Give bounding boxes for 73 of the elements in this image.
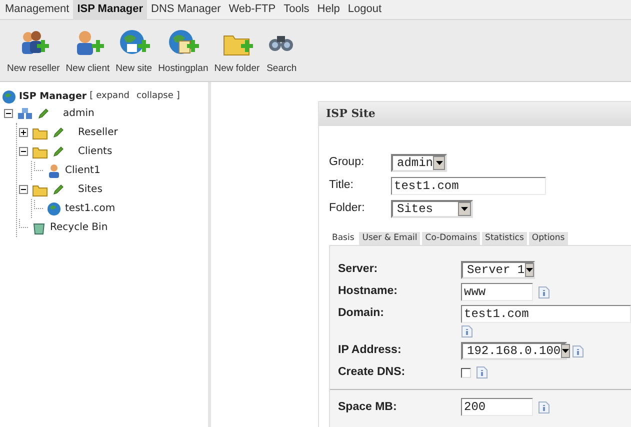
folder-icon — [32, 182, 48, 196]
bracket: [ — [90, 90, 94, 104]
collapse-toggle[interactable] — [4, 109, 13, 118]
field-label: Folder: — [329, 200, 366, 216]
text-input[interactable]: test1.com — [461, 305, 631, 323]
text-input[interactable]: 200 — [461, 398, 533, 416]
tab[interactable]: User & Email — [359, 232, 420, 245]
globe-icon — [2, 90, 16, 104]
network-icon — [17, 106, 33, 120]
menu-item[interactable]: DNS Manager — [147, 0, 225, 20]
tree-item[interactable]: Sites — [78, 182, 102, 197]
tree-item[interactable]: Reseller — [78, 125, 118, 140]
toolbar-button[interactable]: New folder — [213, 28, 261, 76]
tree-item[interactable]: admin — [63, 106, 94, 121]
bracket: ] — [176, 90, 180, 104]
tab[interactable]: Co-Domains — [422, 232, 480, 245]
text-input[interactable]: test1.com — [391, 176, 546, 194]
toolbar-button[interactable]: Hostingplan — [157, 28, 210, 76]
folder-icon — [32, 126, 48, 140]
dropdown-arrow-icon — [562, 349, 569, 353]
field-label: Server: — [338, 262, 379, 278]
menu-item[interactable]: Web-FTP — [224, 0, 280, 20]
dropdown-arrow-icon — [526, 268, 533, 272]
help-icon[interactable] — [572, 344, 584, 358]
toolbar-button[interactable]: Search — [264, 28, 299, 76]
folder-icon — [32, 144, 48, 158]
menu-item[interactable]: Help — [313, 0, 344, 20]
recycle-bin-icon — [32, 220, 46, 234]
toolbar-button[interactable]: New site — [114, 28, 154, 76]
pencil-icon[interactable] — [52, 126, 64, 138]
collapse-link[interactable]: collapse — [136, 90, 174, 104]
pencil-icon[interactable] — [52, 184, 64, 196]
field-label: IP Address: — [338, 343, 402, 358]
help-icon[interactable] — [461, 325, 473, 338]
collapse-toggle[interactable] — [19, 147, 28, 156]
globe-icon — [47, 202, 61, 216]
tree-item[interactable]: Recycle Bin — [50, 220, 108, 235]
menu-item[interactable]: ISP Manager — [73, 0, 148, 20]
expand-toggle[interactable] — [19, 128, 28, 137]
tree-item[interactable]: test1.com — [65, 201, 116, 216]
select-field[interactable]: admin — [391, 154, 447, 172]
help-icon[interactable] — [538, 286, 550, 298]
user-icon — [47, 164, 61, 178]
pencil-icon[interactable] — [52, 146, 64, 158]
tree-item[interactable]: Clients — [78, 144, 112, 159]
select-field[interactable]: Sites — [391, 200, 473, 218]
field-label: Create DNS: — [338, 365, 406, 380]
help-icon[interactable] — [476, 366, 488, 380]
field-label: Domain: — [338, 306, 385, 321]
checkbox[interactable] — [461, 368, 471, 378]
toolbar-button[interactable]: New reseller — [6, 28, 61, 76]
pencil-icon[interactable] — [37, 108, 49, 120]
select-field[interactable]: Server 1 — [461, 261, 535, 279]
field-label: Group: — [329, 154, 366, 170]
dropdown-arrow-icon — [436, 160, 442, 164]
tree-title: ISP Manager — [19, 90, 87, 104]
help-icon[interactable] — [538, 400, 550, 414]
field-label: Space MB: — [338, 400, 398, 415]
expand-link[interactable]: expand — [96, 90, 130, 104]
tab[interactable]: Options — [528, 232, 568, 245]
field-label: Hostname: — [338, 284, 398, 300]
field-label: Title: — [329, 178, 354, 193]
menu-item[interactable]: Management — [1, 0, 74, 20]
collapse-toggle[interactable] — [19, 185, 28, 194]
text-input[interactable]: www — [461, 283, 533, 301]
panel-title: ISP Site — [319, 102, 631, 126]
menu-item[interactable]: Tools — [280, 0, 314, 20]
dropdown-arrow-icon — [461, 206, 468, 210]
toolbar-button[interactable]: New client — [64, 28, 111, 76]
menu-item[interactable]: Logout — [344, 0, 386, 20]
tab[interactable]: Statistics — [482, 232, 527, 245]
tree-item[interactable]: Client1 — [65, 163, 100, 178]
select-field[interactable]: 192.168.0.100 — [461, 342, 567, 360]
